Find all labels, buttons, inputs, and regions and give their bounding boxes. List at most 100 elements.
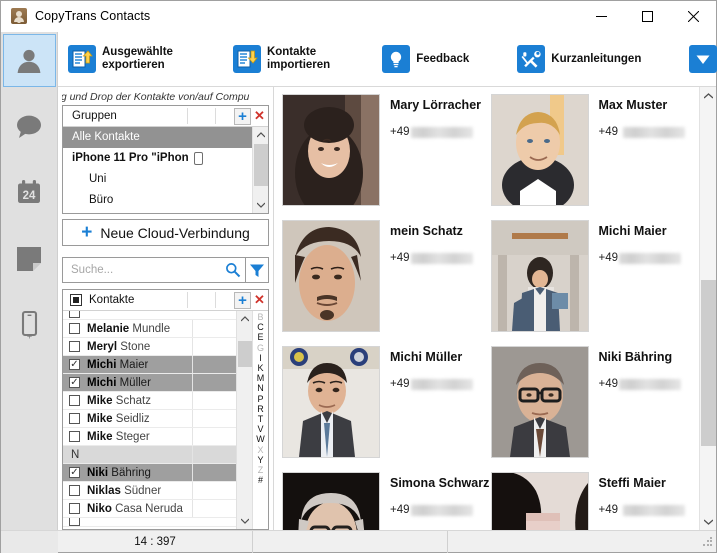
rail-messages[interactable] [3,100,56,153]
scroll-down-icon[interactable] [700,513,717,530]
row-checkbox[interactable]: ✓ [69,467,80,478]
contact-card[interactable]: Niki Bähring +49 [490,343,700,469]
groups-scrollbar[interactable] [252,127,268,213]
row-checkbox[interactable]: ✓ [69,359,80,370]
status-cell-3 [448,531,716,553]
alpha-W[interactable]: W [256,434,265,444]
alphabet-index[interactable]: B C E G I K M N P R T V W X Y Z # [252,311,268,529]
scroll-down-icon[interactable] [237,513,253,529]
alpha-B[interactable]: B [257,312,263,322]
tools-icon [517,45,546,73]
alpha-T[interactable]: T [258,414,264,424]
table-row[interactable]: Mike Schatz [63,392,236,410]
rail-device[interactable]: + [3,298,56,351]
scroll-up-icon[interactable] [237,311,253,327]
contact-card[interactable]: Max Muster +49 [490,91,700,217]
contact-card[interactable]: Simona Schwarz +49 [282,469,491,530]
search-box[interactable] [62,257,246,283]
chevron-down-icon [689,45,717,73]
rail-contacts[interactable] [2,34,56,87]
scrollbar-thumb[interactable] [701,280,716,446]
scroll-up-icon[interactable] [253,127,269,143]
table-row[interactable]: Niko Casa Neruda [63,500,236,518]
group-label: Uni [89,173,107,185]
contacts-scrollbar[interactable] [236,311,252,529]
group-item-maedels[interactable]: Mädels [63,211,252,213]
search-input[interactable] [71,264,225,276]
close-button[interactable] [670,1,716,32]
alpha-R[interactable]: R [257,404,264,414]
alpha-Z[interactable]: Z [258,465,264,475]
contact-name: Mike Schatz [87,394,151,407]
delete-contact-button[interactable]: ✕ [253,292,266,309]
table-row[interactable]: ✓ Michi Müller [63,374,236,392]
more-button[interactable]: Mehr [683,36,717,82]
export-selected-button[interactable]: Ausgewählte exportieren [62,36,179,82]
alpha-K[interactable]: K [257,363,263,373]
group-item-all[interactable]: Alle Kontakte [63,127,252,148]
rail-calendar[interactable]: 24 [3,166,56,219]
maximize-button[interactable] [624,1,670,32]
contact-card[interactable]: Michi Maier +49 [490,217,700,343]
row-checkbox[interactable]: ✓ [69,377,80,388]
alpha-N[interactable]: N [257,383,264,393]
scrollbar-thumb[interactable] [238,341,252,367]
alpha-V[interactable]: V [257,424,263,434]
table-row[interactable]: Niklas Südner [63,482,236,500]
row-checkbox[interactable] [69,431,80,442]
alpha-G[interactable]: G [257,343,264,353]
table-row[interactable]: Mike Seidliz [63,410,236,428]
group-label: Büro [89,194,114,206]
add-contact-button[interactable]: + [234,291,251,309]
resize-grip-icon[interactable] [702,536,713,547]
alpha-I[interactable]: I [259,353,262,363]
cards-scrollbar[interactable] [699,87,716,530]
minimize-button[interactable] [578,1,624,32]
alpha-X[interactable]: X [257,445,263,455]
row-checkbox[interactable] [69,503,80,514]
contact-card-name: Steffi Maier [598,476,666,490]
contact-card[interactable]: Michi Müller +49 [282,343,491,469]
add-group-button[interactable]: + [234,107,251,125]
scroll-down-icon[interactable] [253,197,269,213]
alpha-hash[interactable]: # [258,475,263,485]
contact-card[interactable]: mein Schatz +49 [282,217,491,343]
contact-cards-panel: Mary Lörracher +49 Max Muster +49 mein S… [273,87,716,530]
scrollbar-thumb[interactable] [254,144,268,186]
feedback-button[interactable]: Feedback [376,36,475,82]
table-row[interactable]: Melanie Mundle [63,320,236,338]
alpha-P[interactable]: P [257,394,263,404]
alpha-M[interactable]: M [257,373,265,383]
rail-notes[interactable] [3,232,56,285]
table-row[interactable]: ✓ Michi Maier [63,356,236,374]
status-counts: 14 : 397 [58,530,253,553]
alpha-Y[interactable]: Y [257,455,263,465]
contact-name: Mike Seidliz [87,412,150,425]
contact-name: Mike Steger [87,430,150,443]
photo-simona [282,472,380,530]
contact-card-name: Michi Müller [390,350,463,364]
table-row[interactable]: Mike Steger [63,428,236,446]
contact-card[interactable]: Mary Lörracher +49 [282,91,491,217]
remove-group-button[interactable]: ✕ [253,108,266,125]
row-checkbox[interactable] [69,413,80,424]
filter-button[interactable] [246,257,269,283]
table-row[interactable]: ✓ Niki Bähring [63,464,236,482]
row-checkbox[interactable] [69,323,80,334]
group-item-device[interactable]: iPhone 11 Pro "iPhon [63,148,252,169]
new-cloud-connection-button[interactable]: + Neue Cloud-Verbindung [62,219,269,246]
table-row[interactable]: Meryl Stone [63,338,236,356]
select-all-checkbox[interactable] [70,294,82,306]
alpha-C[interactable]: C [257,322,264,332]
row-checkbox[interactable] [69,395,80,406]
list-section-letter: N [63,446,236,464]
guides-button[interactable]: Kurzanleitungen [511,36,647,82]
group-item-uni[interactable]: Uni [63,169,252,190]
group-item-buero[interactable]: Büro [63,190,252,211]
row-checkbox[interactable] [69,341,80,352]
row-checkbox[interactable] [69,485,80,496]
contact-card[interactable]: Steffi Maier +49 [490,469,700,530]
scroll-up-icon[interactable] [700,87,717,104]
alpha-E[interactable]: E [257,332,263,342]
import-contacts-button[interactable]: Kontakte importieren [227,36,336,82]
